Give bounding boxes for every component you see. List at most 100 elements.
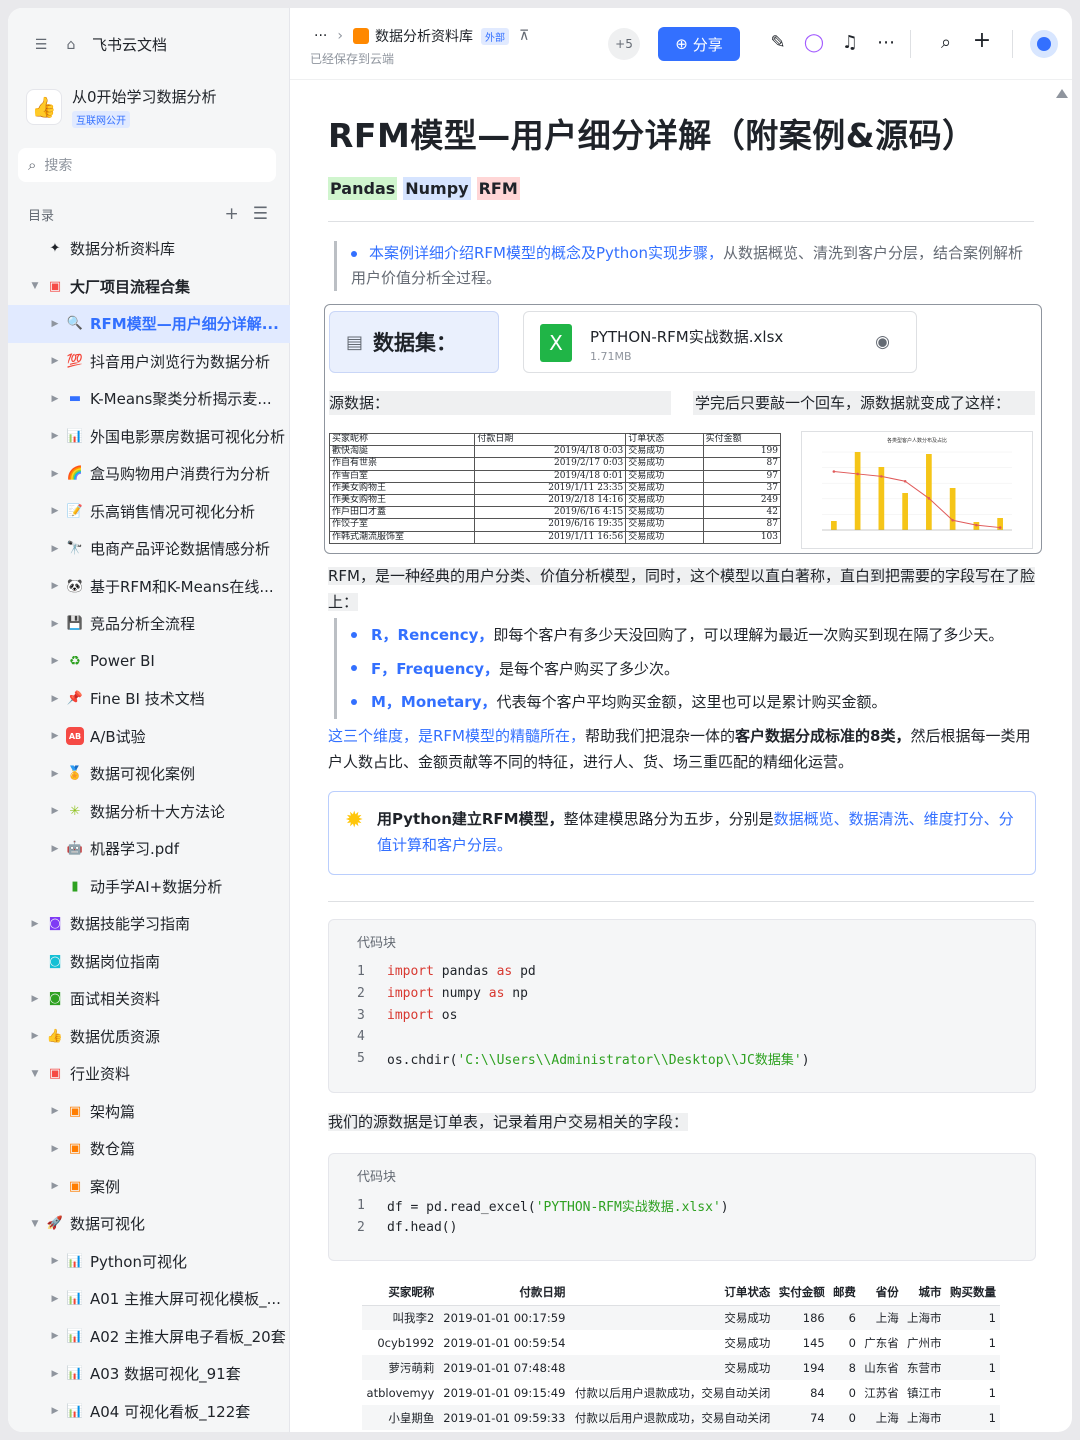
sidebar-item[interactable]: ▶ AB A/B试验 xyxy=(8,718,290,756)
sidebar-item[interactable]: ▶ 📊 A04 可视化看板_122套 xyxy=(8,1393,290,1431)
sidebar-item[interactable]: ▶ 📊 A02 主推大屏电子看板_20套 xyxy=(8,1318,290,1356)
dims-highlight: 这三个维度，是RFM模型的精髓所在， xyxy=(328,727,585,745)
chevron-right-icon[interactable]: ▶ xyxy=(28,994,42,1004)
chevron-right-icon[interactable]: ▶ xyxy=(48,1406,62,1416)
sidebar-item[interactable]: ▶ ▣ 案例 xyxy=(8,1168,290,1206)
chevron-right-icon[interactable]: ▶ xyxy=(48,506,62,516)
chevron-down-icon[interactable]: ▼ xyxy=(28,1219,42,1229)
sidebar-item[interactable]: ▶ 📊 Python可视化 xyxy=(8,1243,290,1281)
search-input[interactable]: ⌕ 搜索 xyxy=(18,148,276,182)
more-icon[interactable]: ⋯ xyxy=(874,32,898,53)
sidebar-item[interactable]: ◙ 数据岗位指南 xyxy=(8,943,290,981)
sidebar-item[interactable]: ▼ ▣ 大厂项目流程合集 xyxy=(8,268,290,306)
sidebar-item-label: 数据优质资源 xyxy=(70,1027,161,1046)
chevron-right-icon[interactable]: ▶ xyxy=(48,656,62,666)
collaborators-count[interactable]: +5 xyxy=(608,28,640,60)
sidebar-item[interactable]: ▶ 📝 乐高销售情况可视化分析 xyxy=(8,493,290,531)
sidebar-item[interactable]: ▶ ▬ K-Means聚类分析揭示麦... xyxy=(8,380,290,418)
search-icon[interactable]: ⌕ xyxy=(934,32,958,53)
preview-eye-icon[interactable]: ◉ xyxy=(875,332,890,352)
chevron-down-icon[interactable]: ▼ xyxy=(28,281,42,291)
add-icon[interactable]: + xyxy=(225,204,239,224)
chart-point xyxy=(880,475,883,478)
chevron-right-icon[interactable]: ▶ xyxy=(48,694,62,704)
sidebar-item[interactable]: ▶ ✳ 数据分析十大方法论 xyxy=(8,793,290,831)
chevron-down-icon[interactable]: ▼ xyxy=(28,1069,42,1079)
sidebar-item[interactable]: ▶ 📊 外国电影票房数据可视化分析 xyxy=(8,418,290,456)
chevron-right-icon[interactable]: ▶ xyxy=(48,1256,62,1266)
chevron-right-icon[interactable]: ▶ xyxy=(48,1106,62,1116)
chevron-right-icon[interactable]: ▶ xyxy=(28,919,42,929)
add-icon[interactable]: + xyxy=(970,28,994,53)
sidebar-item[interactable]: ▶ ♻ Power BI xyxy=(8,643,290,681)
chevron-right-icon[interactable]: ▶ xyxy=(48,806,62,816)
sidebar-item[interactable]: ▶ 🐼 基于RFM和K-Means在线... xyxy=(8,568,290,606)
share-button[interactable]: ⊕ 分享 xyxy=(658,27,740,61)
ai-assistant-icon[interactable]: ◯ xyxy=(802,32,826,53)
sidebar-item[interactable]: ▶ 💾 竞品分析全流程 xyxy=(8,605,290,643)
chevron-right-icon[interactable]: ▶ xyxy=(28,1031,42,1041)
sidebar-item-label: 数据技能学习指南 xyxy=(70,915,191,934)
chevron-right-icon[interactable]: ▶ xyxy=(48,731,62,741)
sidebar-item[interactable]: ▶ 🏅 数据可视化案例 xyxy=(8,755,290,793)
sidebar-item[interactable]: ▶ 🌈 盒马购物用户消费行为分析 xyxy=(8,455,290,493)
sidebar-item[interactable]: ▶ ◙ 数据技能学习指南 xyxy=(8,905,290,943)
chevron-right-icon[interactable]: ▶ xyxy=(48,1144,62,1154)
file-attachment[interactable]: X PYTHON-RFM实战数据.xlsx 1.71MB ◉ xyxy=(523,311,917,373)
home-icon[interactable]: ⌂ xyxy=(62,36,80,54)
chevron-right-icon[interactable]: ▶ xyxy=(48,431,62,441)
code-block-read[interactable]: 代码块 1 df = pd.read_excel('PYTHON-RFM实战数据.… xyxy=(328,1153,1036,1261)
sidebar-item[interactable]: ▶ 📌 Fine BI 技术文档 xyxy=(8,680,290,718)
sidebar-item[interactable]: ▶ ◙ 面试相关资料 xyxy=(8,980,290,1018)
list-icon[interactable]: ☰ xyxy=(253,204,268,224)
table-cell: 2019/4/18 0:03 xyxy=(474,445,627,459)
space-info[interactable]: 👍 从0开始学习数据分析 互联网公开 xyxy=(26,86,217,128)
breadcrumb-more[interactable]: ··· xyxy=(314,28,327,44)
sidebar-item[interactable]: ▶ 🤖 机器学习.pdf xyxy=(8,830,290,868)
chevron-right-icon[interactable]: ▶ xyxy=(48,769,62,779)
sidebar-item[interactable]: ▼ ▣ 行业资料 xyxy=(8,1055,290,1093)
chevron-right-icon[interactable]: ▶ xyxy=(48,319,62,329)
sidebar-item[interactable]: ▶ ▣ 数仓篇 xyxy=(8,1130,290,1168)
sidebar-item[interactable]: ▶ 📊 A01 主推大屏可视化模板_... xyxy=(8,1280,290,1318)
chevron-right-icon[interactable]: ▶ xyxy=(48,1331,62,1341)
chevron-right-icon[interactable]: ▶ xyxy=(48,356,62,366)
table-cell: 镇江市 xyxy=(907,1385,942,1400)
chevron-right-icon[interactable]: ▶ xyxy=(48,844,62,854)
sidebar-item[interactable]: ▶ 📊 A03 数据可视化_91套 xyxy=(8,1355,290,1393)
scroll-up-icon[interactable] xyxy=(1056,89,1068,98)
chevron-right-icon[interactable]: ▶ xyxy=(48,394,62,404)
order-note: 我们的源数据是订单表，记录着用户交易相关的字段： xyxy=(328,1109,1036,1135)
pin-icon[interactable]: ⊼ xyxy=(519,28,529,44)
chevron-right-icon[interactable]: ▶ xyxy=(48,469,62,479)
edit-icon[interactable]: ✎ xyxy=(766,32,790,53)
chevron-right-icon[interactable]: ▶ xyxy=(48,1181,62,1191)
sidebar-item[interactable]: ▶ 💯 抖音用户浏览行为数据分析 xyxy=(8,343,290,381)
doc-content[interactable]: RFM模型—用户细分详解（附案例&源码） Pandas Numpy RFM 本案… xyxy=(290,81,1072,1432)
tag: Numpy xyxy=(403,177,471,200)
chevron-right-icon[interactable]: ▶ xyxy=(48,544,62,554)
chevron-right-icon[interactable]: ▶ xyxy=(48,581,62,591)
sidebar-item[interactable]: ▶ ▣ 架构篇 xyxy=(8,1093,290,1131)
bell-icon[interactable]: ♫ xyxy=(838,32,862,53)
sidebar-item[interactable]: ▮ 动手学AI+数据分析 xyxy=(8,868,290,906)
avatar[interactable] xyxy=(1030,30,1058,58)
breadcrumb-doc-lib[interactable]: 数据分析资料库 xyxy=(375,26,473,46)
sidebar-item[interactable]: ▶ 👍 数据优质资源 xyxy=(8,1018,290,1056)
code-block-imports[interactable]: 代码块 1 import pandas as pd 2 import numpy as… xyxy=(328,919,1036,1093)
tag: RFM xyxy=(476,177,520,200)
collapse-sidebar-icon[interactable]: ☰ xyxy=(32,36,50,54)
sidebar-item[interactable]: ✦ 数据分析资料库 xyxy=(8,230,290,268)
home-label[interactable]: 飞书云文档 xyxy=(92,34,167,55)
breadcrumb: ··· › 数据分析资料库 外部 ⊼ xyxy=(314,26,529,46)
table-cell: 2019/1/11 23:35 xyxy=(474,481,627,495)
sidebar-item[interactable]: ▶ 🔍 RFM模型—用户细分详解... xyxy=(8,305,290,343)
chevron-right-icon[interactable]: ▶ xyxy=(48,1294,62,1304)
rfm-text: 代表每个客户平均购买金额，这里也可以是累计购买金额。 xyxy=(496,693,887,712)
sidebar-item[interactable]: ▶ 🔭 电商产品评论数据情感分析 xyxy=(8,530,290,568)
chevron-right-icon[interactable]: ▶ xyxy=(48,1369,62,1379)
sidebar-item[interactable]: ▼ 🚀 数据可视化 xyxy=(8,1205,290,1243)
chevron-right-icon[interactable]: ▶ xyxy=(48,619,62,629)
table-row: 歡快淘誕 2019/4/18 0:03 交易成功 199 xyxy=(328,445,782,459)
code-keyword: as xyxy=(496,964,513,980)
